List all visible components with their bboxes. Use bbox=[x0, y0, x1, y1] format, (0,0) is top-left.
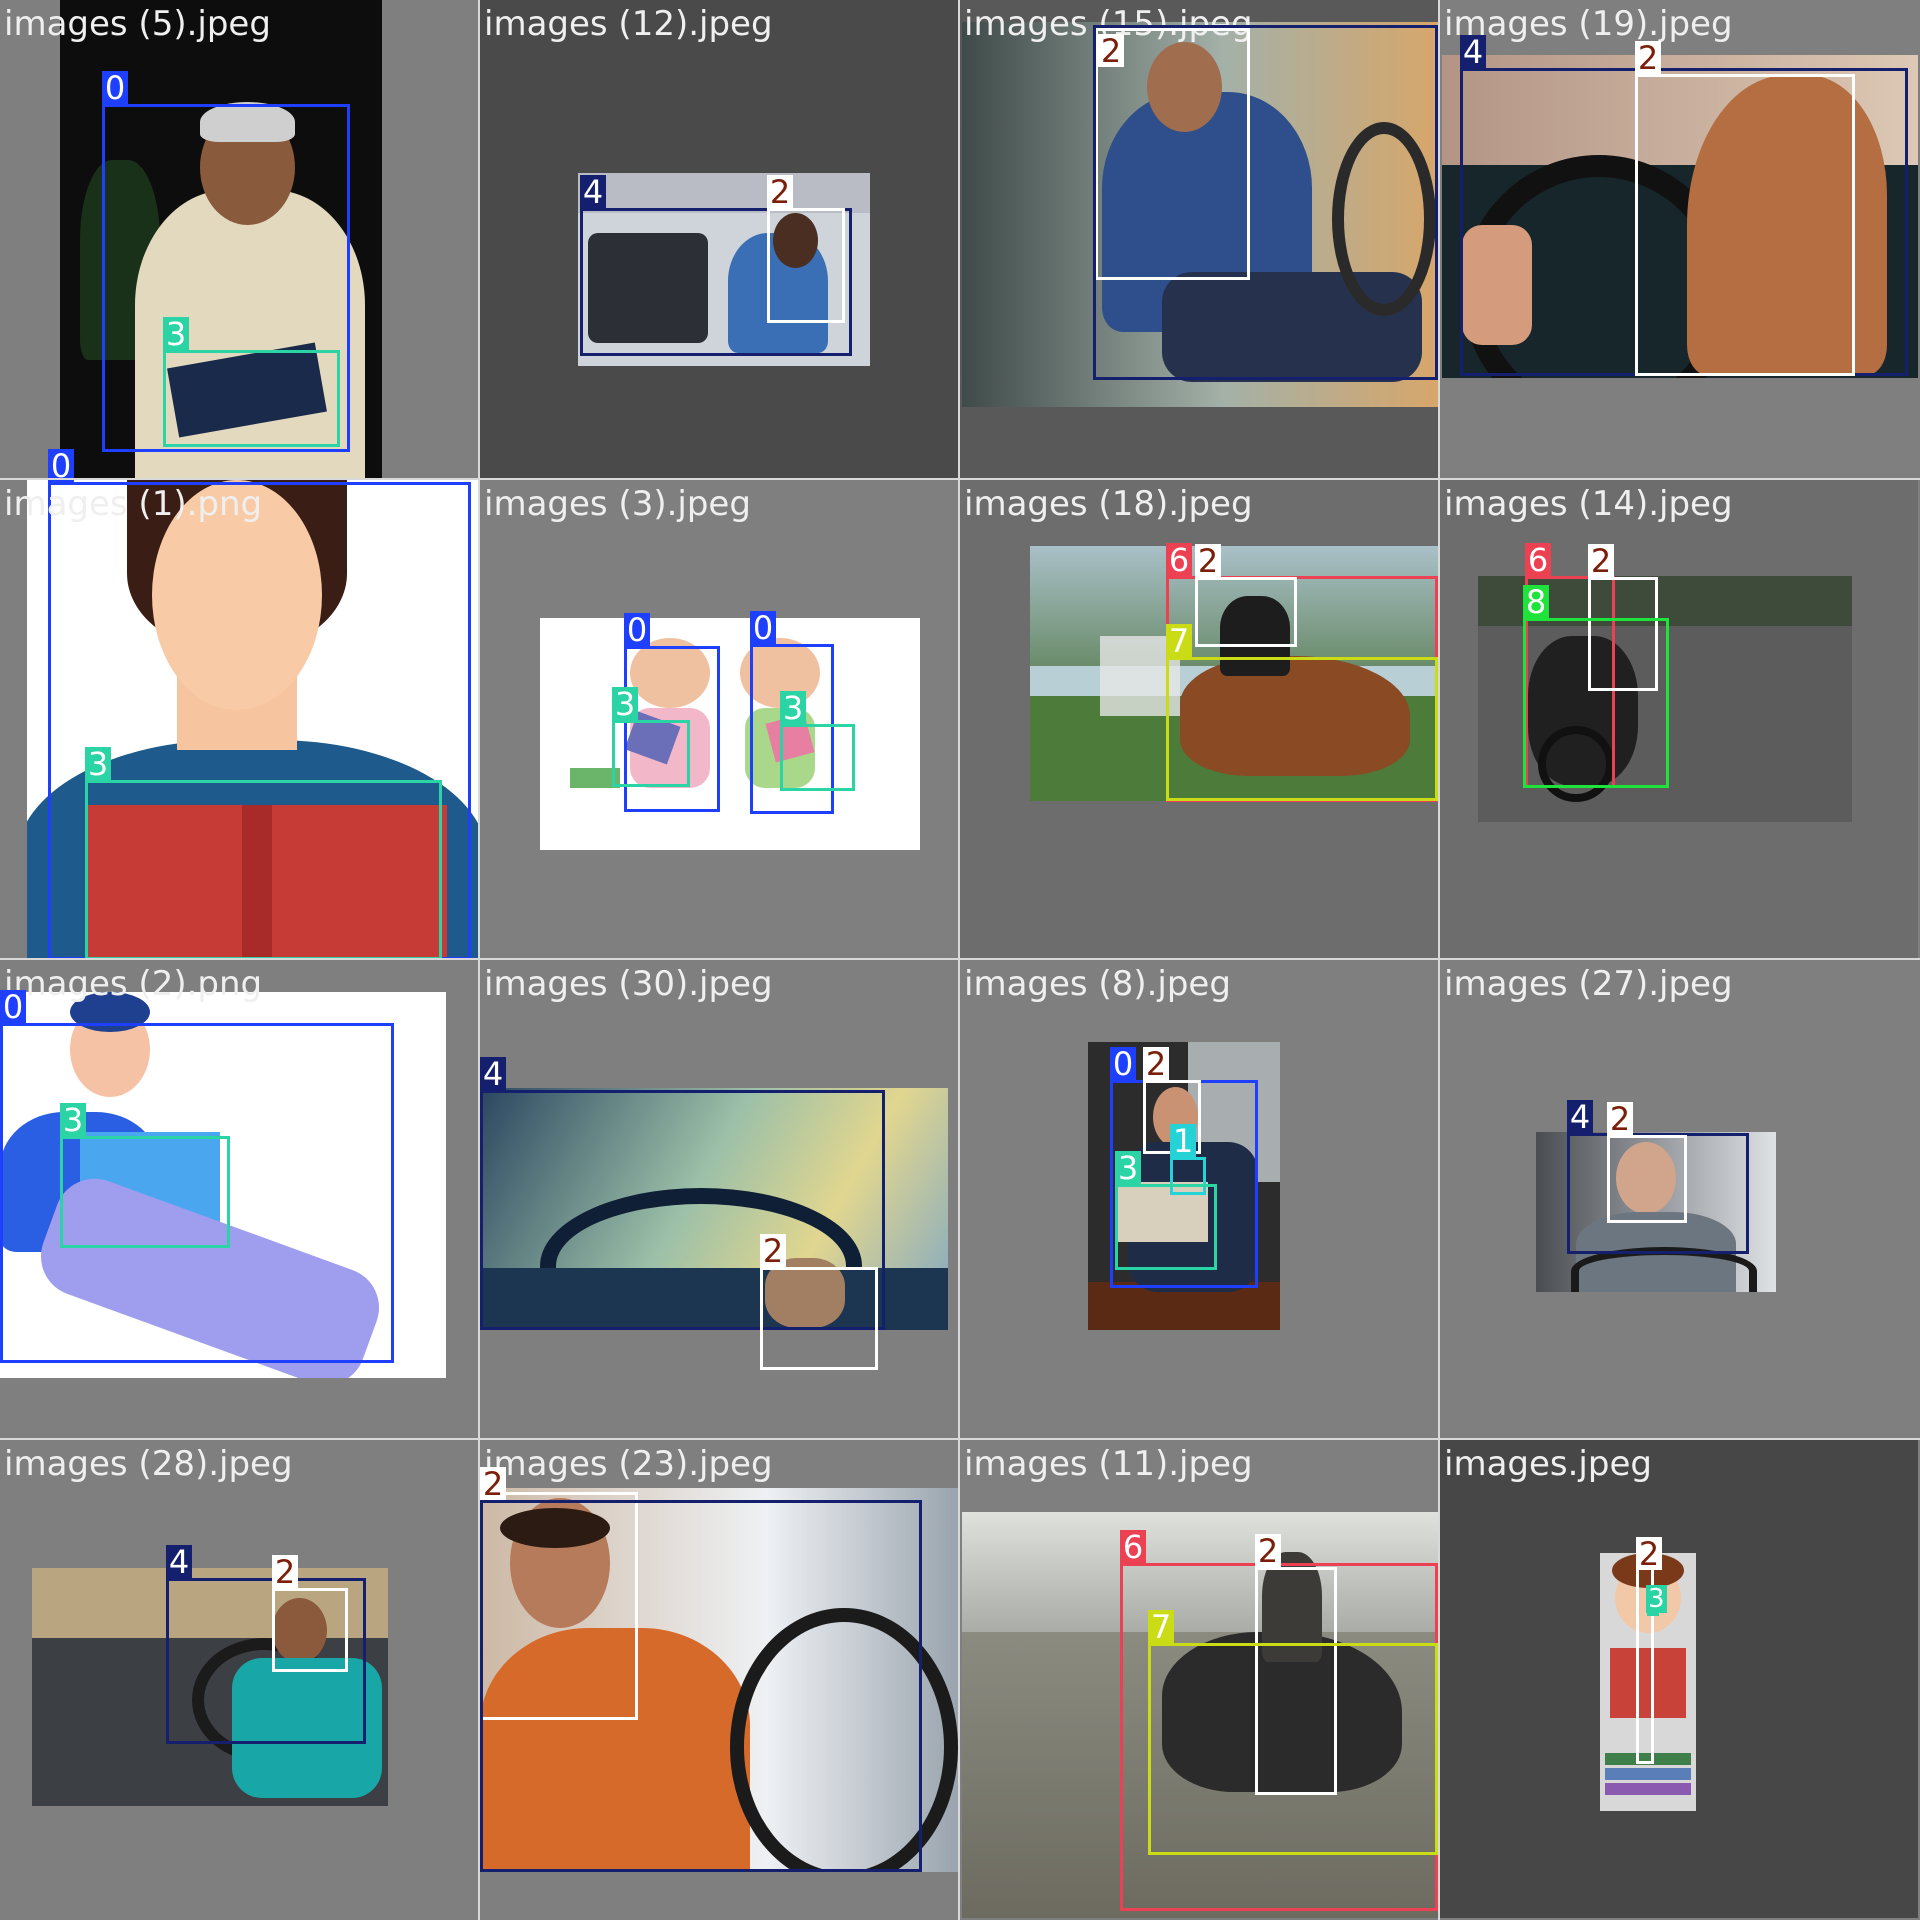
filename-label: images (2).png bbox=[4, 964, 263, 1004]
bbox-label: 4 bbox=[1567, 1100, 1593, 1134]
bbox-label: 2 bbox=[1195, 544, 1221, 578]
bbox-4-outline[interactable] bbox=[1093, 25, 1438, 380]
mosaic-tile[interactable]: images (15).jpeg 2 bbox=[960, 0, 1438, 478]
bbox-label: 2 bbox=[272, 1555, 298, 1589]
bbox-label: 3 bbox=[1646, 1584, 1667, 1614]
mosaic-tile[interactable]: images (5).jpeg 0 3 bbox=[0, 0, 478, 478]
filename-label: images (28).jpeg bbox=[4, 1444, 293, 1484]
bbox-7[interactable]: 7 bbox=[1166, 624, 1438, 801]
bbox-label: 1 bbox=[1170, 1124, 1196, 1158]
filename-label: images (1).png bbox=[4, 484, 263, 524]
bbox-3[interactable]: 3 bbox=[780, 691, 855, 791]
mosaic-tile[interactable]: images (1).png 0 3 bbox=[0, 449, 478, 960]
filename-label: images (11).jpeg bbox=[964, 1444, 1253, 1484]
bbox-label: 3 bbox=[60, 1103, 86, 1137]
grid-divider bbox=[478, 0, 480, 1920]
bbox-label: 3 bbox=[85, 747, 111, 781]
filename-label: images (18).jpeg bbox=[964, 484, 1253, 524]
mosaic-tile[interactable]: images (19).jpeg 4 2 bbox=[1440, 0, 1918, 478]
bbox-label: 6 bbox=[1525, 543, 1551, 577]
grid-divider bbox=[1438, 0, 1440, 1920]
bbox-label: 3 bbox=[612, 687, 638, 721]
filename-label: images (30).jpeg bbox=[484, 964, 773, 1004]
bbox-label: 2 bbox=[1636, 1537, 1662, 1571]
mosaic-tile[interactable]: images (14).jpeg 6 2 8 bbox=[1440, 480, 1918, 958]
bbox-8[interactable]: 8 bbox=[1523, 585, 1669, 788]
bbox-label: 0 bbox=[624, 613, 650, 647]
bbox-label: 4 bbox=[480, 1057, 506, 1091]
bbox-label: 0 bbox=[0, 990, 26, 1024]
bbox-3[interactable]: 3 bbox=[1115, 1151, 1217, 1270]
bbox-2[interactable]: 2 bbox=[1635, 41, 1855, 376]
bbox-2[interactable]: 2 bbox=[760, 1234, 878, 1370]
bbox-7[interactable]: 7 bbox=[1148, 1610, 1438, 1855]
bbox-label: 6 bbox=[1166, 543, 1192, 577]
mosaic-tile[interactable]: images (23).jpeg 2 bbox=[480, 1440, 958, 1918]
bbox-2[interactable]: 2 bbox=[767, 175, 845, 323]
filename-label: images.jpeg bbox=[1444, 1444, 1652, 1484]
mosaic-tile[interactable]: images (8).jpeg 0 2 1 3 bbox=[960, 960, 1438, 1438]
filename-label: images (14).jpeg bbox=[1444, 484, 1733, 524]
filename-label: images (8).jpeg bbox=[964, 964, 1231, 1004]
bbox-label: 6 bbox=[1120, 1530, 1146, 1564]
bbox-label: 2 bbox=[767, 175, 793, 209]
bbox-label: 2 bbox=[1255, 1534, 1281, 1568]
grid-divider bbox=[958, 0, 960, 1920]
tile-photo bbox=[540, 618, 920, 850]
bbox-label: 3 bbox=[1115, 1151, 1141, 1185]
bbox-label: 8 bbox=[1523, 585, 1549, 619]
bbox-label: 2 bbox=[1607, 1102, 1633, 1136]
bbox-label: 4 bbox=[1460, 35, 1486, 69]
bbox-label: 4 bbox=[166, 1545, 192, 1579]
bbox-label: 7 bbox=[1148, 1610, 1174, 1644]
bbox-label: 2 bbox=[760, 1234, 786, 1268]
mosaic-tile[interactable]: images (12).jpeg 4 2 bbox=[480, 0, 958, 478]
mosaic-tile[interactable]: images (28).jpeg 4 2 bbox=[0, 1440, 478, 1918]
bbox-3[interactable]: 3 bbox=[85, 747, 442, 960]
filename-label: images (12).jpeg bbox=[484, 4, 773, 44]
filename-label: images (19).jpeg bbox=[1444, 4, 1733, 44]
bbox-label: 2 bbox=[1635, 41, 1661, 75]
bbox-label: 2 bbox=[1143, 1047, 1169, 1081]
bbox-label: 7 bbox=[1166, 624, 1192, 658]
mosaic-tile[interactable]: images (3).jpeg 0 0 3 3 bbox=[480, 480, 958, 958]
bbox-3[interactable]: 3 bbox=[612, 687, 690, 787]
filename-label: images (27).jpeg bbox=[1444, 964, 1733, 1004]
mosaic-tile[interactable]: images.jpeg 2 3 bbox=[1440, 1440, 1918, 1918]
bbox-label: 0 bbox=[1110, 1047, 1136, 1081]
bbox-2[interactable]: 2 bbox=[1607, 1102, 1687, 1223]
filename-label: images (23).jpeg bbox=[484, 1444, 773, 1484]
mosaic-tile[interactable]: images (27).jpeg 4 2 bbox=[1440, 960, 1918, 1438]
grid-divider bbox=[0, 1438, 1920, 1440]
filename-label: images (3).jpeg bbox=[484, 484, 751, 524]
bbox-4[interactable] bbox=[480, 1500, 922, 1872]
bbox-label: 2 bbox=[480, 1467, 506, 1501]
bbox-2[interactable]: 2 bbox=[272, 1555, 348, 1672]
bbox-3[interactable]: 3 bbox=[60, 1103, 230, 1248]
bbox-label: 3 bbox=[780, 691, 806, 725]
bbox-3[interactable]: 3 bbox=[1646, 1585, 1667, 1616]
mosaic-tile[interactable]: images (30).jpeg 4 2 bbox=[480, 960, 958, 1438]
bbox-label: 2 bbox=[1588, 544, 1614, 578]
grid-divider bbox=[0, 958, 1920, 960]
bbox-label: 3 bbox=[163, 317, 189, 351]
mosaic-tile[interactable]: images (11).jpeg 6 2 7 bbox=[960, 1440, 1438, 1918]
grid-divider bbox=[0, 478, 1920, 480]
bbox-label: 0 bbox=[102, 71, 128, 105]
bbox-2[interactable]: 2 bbox=[1195, 544, 1297, 647]
bbox-label: 0 bbox=[750, 611, 776, 645]
bbox-3[interactable]: 3 bbox=[163, 317, 340, 447]
bbox-label: 4 bbox=[580, 175, 606, 209]
filename-label: images (5).jpeg bbox=[4, 4, 271, 44]
mosaic-tile[interactable]: images (18).jpeg 6 2 7 bbox=[960, 480, 1438, 958]
mosaic-tile[interactable]: images (2).png 0 3 bbox=[0, 960, 478, 1438]
mosaic-grid: images (5).jpeg 0 3 images (12).jpeg 4 2 bbox=[0, 0, 1920, 1920]
